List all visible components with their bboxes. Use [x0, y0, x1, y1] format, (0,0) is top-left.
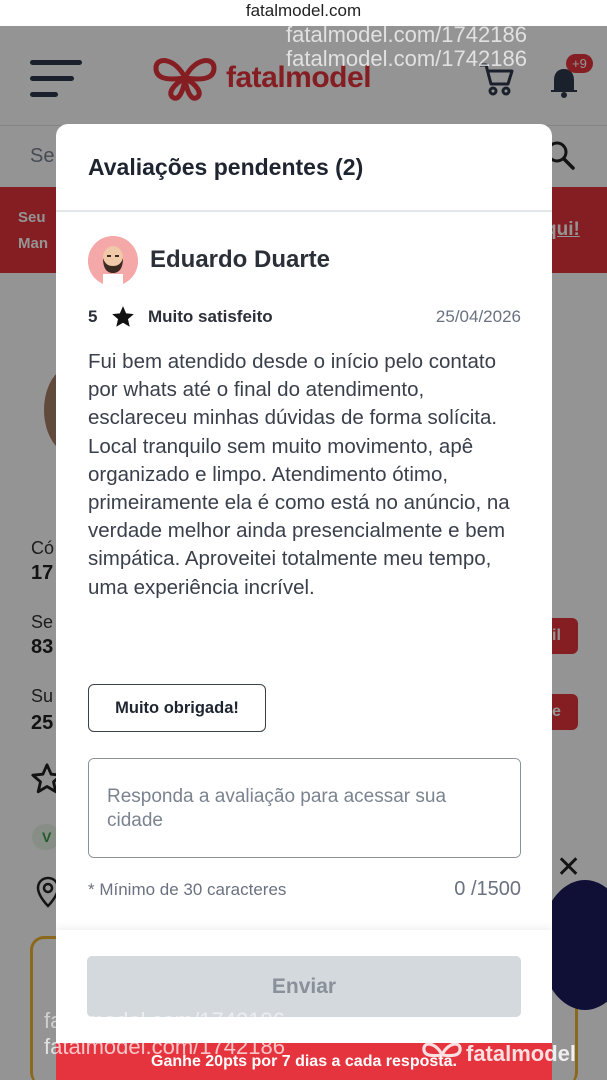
modal-footer: Enviar [56, 930, 552, 1054]
reviewer-avatar [88, 236, 138, 286]
review-text: Fui bem atendido desde o início pelo con… [88, 350, 510, 599]
quick-reply-button[interactable]: Muito obrigada! [88, 684, 266, 732]
modal-divider [56, 210, 552, 212]
bearded-man-avatar-icon [88, 236, 138, 286]
reply-input[interactable] [88, 758, 521, 858]
review-date: 25/04/2026 [435, 307, 521, 326]
rating-label: Muito satisfeito [148, 307, 273, 326]
rating-value: 5 [88, 307, 98, 326]
watermark-logo: fatalmodel [418, 1040, 576, 1070]
rating-star-icon [112, 306, 134, 327]
char-counter: 0 /1500 [454, 878, 521, 900]
pending-reviews-modal: Avaliações pendentes (2) Eduardo Duarte … [56, 124, 552, 1054]
min-chars-hint: * Mínimo de 30 caracteres [88, 880, 287, 899]
send-button[interactable]: Enviar [87, 956, 521, 1017]
watermark-logo-text: fatalmodel [466, 1040, 577, 1066]
modal-title: Avaliações pendentes (2) [88, 154, 364, 180]
browser-url: fatalmodel.com [245, 1, 362, 20]
browser-url-bar[interactable]: fatalmodel.com [0, 0, 607, 26]
watermark-butterfly-icon [422, 1042, 462, 1058]
reviewer-name: Eduardo Duarte [150, 246, 331, 273]
